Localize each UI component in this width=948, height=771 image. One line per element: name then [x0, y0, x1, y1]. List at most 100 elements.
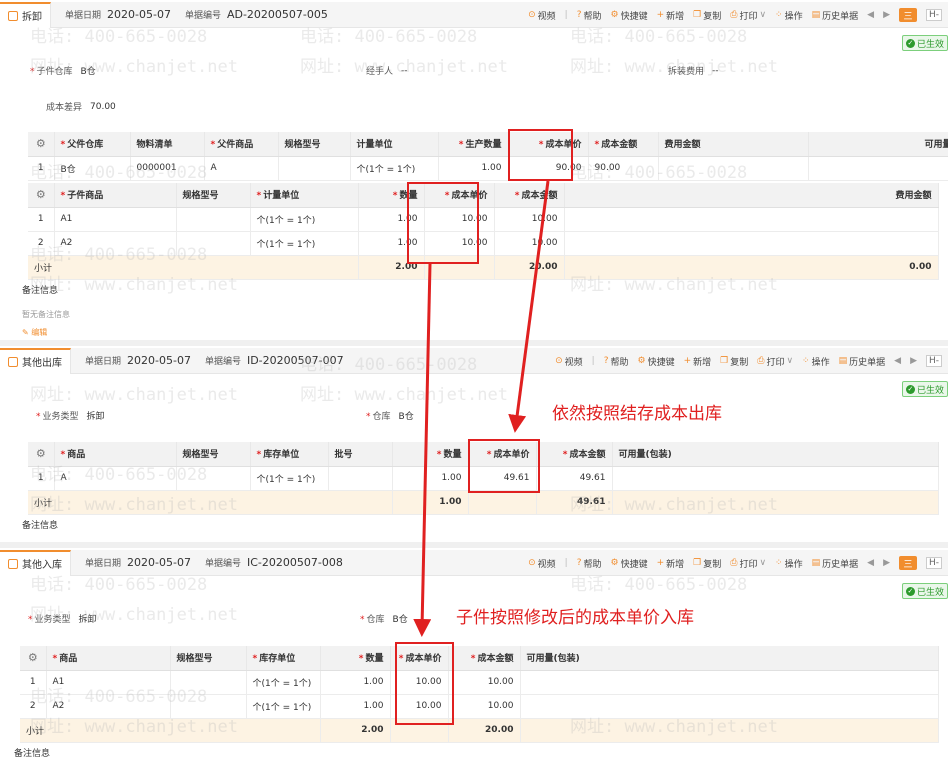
column-header: * 生产数量 [438, 132, 509, 157]
column-header: 物料清单 [130, 132, 205, 157]
new-button[interactable]: + 新增 [684, 355, 712, 368]
document-icon [8, 10, 18, 21]
new-button[interactable]: + 新增 [657, 9, 685, 22]
video-button[interactable]: ⊙ 视频 [528, 557, 556, 570]
biz-type-value[interactable]: 拆卸 [87, 409, 105, 422]
inbound-topbar: 其他入库 单据日期 2020-05-07 单据编号 IC-20200507-00… [0, 549, 948, 576]
handler-value[interactable]: -- [401, 66, 408, 76]
new-button[interactable]: + 新增 [657, 557, 685, 570]
column-header: * 成本金额 [536, 442, 613, 467]
table-row[interactable]: 1 A1 个(1个 = 1个) 1.00 10.00 10.00 [28, 207, 939, 232]
history-icon: ▤ [811, 558, 821, 568]
fee-field: 拆装费用 -- [668, 65, 719, 78]
video-button[interactable]: ⊙ 视频 [555, 355, 583, 368]
chevron-down-icon: ∨ [759, 10, 767, 20]
column-header: * 库存单位 [246, 646, 321, 671]
column-header: * 成本单价 [508, 132, 589, 157]
column-header: 规格型号 [278, 132, 351, 157]
separator: | [564, 558, 568, 568]
video-button[interactable]: ⊙ 视频 [528, 9, 556, 22]
copy-icon: ❐ [693, 558, 702, 568]
child-item-table: ⚙ * 子件商品 规格型号 * 计量单位 * 数量 * 成本单价 * 成本金额 费用金额 … [28, 183, 939, 280]
tab-outbound[interactable]: 其他出库 [0, 347, 71, 374]
inbound-panel: 其他入库 单据日期 2020-05-07 单据编号 IC-20200507-00… [0, 548, 948, 771]
help-icon: ? [576, 10, 582, 20]
parent-item-table: ⚙ * 父件仓库 物料清单 * 父件商品 规格型号 计量单位 * 生产数量 * 成本单价… [28, 132, 948, 181]
copy-button[interactable]: ❐ 复制 [693, 9, 721, 22]
tab-disassembly[interactable]: 拆卸 [0, 1, 51, 28]
column-header: * 商品 [54, 442, 177, 467]
help-button[interactable]: ? 帮助 [577, 9, 602, 22]
warehouse-value[interactable]: B仓 [399, 409, 414, 422]
copy-button[interactable]: ❐ 复制 [693, 557, 721, 570]
print-button[interactable]: ⎙ 打印 ∨ [757, 355, 793, 368]
menu-button[interactable]: 三 [898, 8, 917, 22]
grid-icon: ⁘ [775, 10, 783, 20]
printer-icon: ⎙ [730, 10, 738, 20]
history-button[interactable]: ▤ 历史单据 [812, 9, 859, 22]
grid-icon: ⁘ [802, 356, 810, 366]
date-value: 2020-05-07 [127, 556, 191, 569]
column-settings-icon[interactable]: ⚙ [20, 646, 47, 671]
column-header: * 商品 [46, 646, 171, 671]
copy-icon: ❐ [720, 356, 729, 366]
prev-arrow-icon[interactable]: ◀ [894, 356, 901, 366]
toolbar: ⊙ 视频 | ? 帮助 ⚙ 快捷键 + 新增 ❐ 复制 ⎙ 打印 ∨ ⁘ 操作 ▤ 历史单据 ◀ … [555, 348, 948, 374]
document-icon [8, 356, 18, 367]
print-button[interactable]: ⎙ 打印 ∨ [730, 557, 766, 570]
next-arrow-icon[interactable]: ▶ [910, 356, 917, 366]
history-button[interactable]: ▤ 历史单据 [839, 355, 886, 368]
plus-icon: + [656, 10, 665, 20]
edit-remarks-link[interactable]: ✎ 编辑 [22, 327, 47, 338]
help-icon: ? [576, 558, 582, 568]
biz-type-value[interactable]: 拆卸 [79, 612, 97, 625]
child-warehouse-value[interactable]: B仓 [81, 64, 96, 77]
shortcut-button[interactable]: ⚙ 快捷键 [637, 355, 674, 368]
plus-icon: + [656, 558, 665, 568]
print-button[interactable]: ⎙ 打印 ∨ [730, 9, 766, 22]
table-row[interactable]: 1 B仓 0000001 A 个(1个 = 1个) 1.00 90.00 90.… [28, 156, 948, 181]
edit-icon: ✎ [22, 328, 29, 337]
column-settings-icon[interactable]: ⚙ [28, 442, 55, 467]
handler-field: 经手人 -- [366, 65, 408, 78]
doc-no-value: AD-20200507-005 [226, 8, 328, 21]
help-button[interactable]: ? 帮助 [604, 355, 629, 368]
column-header: * 成本单价 [424, 183, 495, 208]
copy-button[interactable]: ❐ 复制 [720, 355, 748, 368]
help-button[interactable]: ? 帮助 [577, 557, 602, 570]
prev-arrow-icon[interactable]: ◀ [867, 558, 874, 568]
history-icon: ▤ [838, 356, 848, 366]
next-arrow-icon[interactable]: ▶ [883, 10, 890, 20]
table-row[interactable]: 1 A1 个(1个 = 1个) 1.00 10.00 10.00 [20, 670, 939, 695]
remarks-title: 备注信息 [22, 286, 59, 296]
shortcut-button[interactable]: ⚙ 快捷键 [610, 557, 647, 570]
operate-button[interactable]: ⁘ 操作 [775, 9, 803, 22]
prev-arrow-icon[interactable]: ◀ [867, 10, 874, 20]
table-row[interactable]: 2 A2 个(1个 = 1个) 1.00 10.00 10.00 [20, 694, 939, 719]
column-header: * 父件商品 [204, 132, 279, 157]
gear-icon: ⚙ [610, 10, 619, 20]
tab-inbound[interactable]: 其他入库 [0, 549, 71, 576]
warehouse-value[interactable]: B仓 [393, 612, 408, 625]
column-header: * 成本单价 [390, 646, 449, 671]
fee-value[interactable]: -- [712, 66, 719, 76]
table-row[interactable]: 1 A 个(1个 = 1个) 1.00 49.61 49.61 [28, 466, 939, 491]
plus-icon: + [683, 356, 692, 366]
table-row[interactable]: 2 A2 个(1个 = 1个) 1.00 10.00 10.00 [28, 231, 939, 256]
column-header: 规格型号 [176, 442, 251, 467]
column-header: * 成本单价 [468, 442, 537, 467]
check-icon: ✓ [905, 586, 915, 596]
annotation-outbound-note: 依然按照结存成本出库 [552, 404, 722, 424]
menu-button[interactable]: 三 [898, 556, 917, 570]
column-settings-icon[interactable]: ⚙ [28, 132, 55, 157]
history-button[interactable]: ▤ 历史单据 [812, 557, 859, 570]
operate-button[interactable]: ⁘ 操作 [775, 557, 803, 570]
column-header: 计量单位 [350, 132, 439, 157]
operate-button[interactable]: ⁘ 操作 [802, 355, 830, 368]
outbound-topbar: 其他出库 单据日期 2020-05-07 单据编号 ID-20200507-00… [0, 347, 948, 374]
side-tag: H- [925, 557, 942, 569]
remarks-title: 备注信息 [14, 749, 51, 759]
shortcut-button[interactable]: ⚙ 快捷键 [610, 9, 647, 22]
column-settings-icon[interactable]: ⚙ [28, 183, 55, 208]
next-arrow-icon[interactable]: ▶ [883, 558, 890, 568]
